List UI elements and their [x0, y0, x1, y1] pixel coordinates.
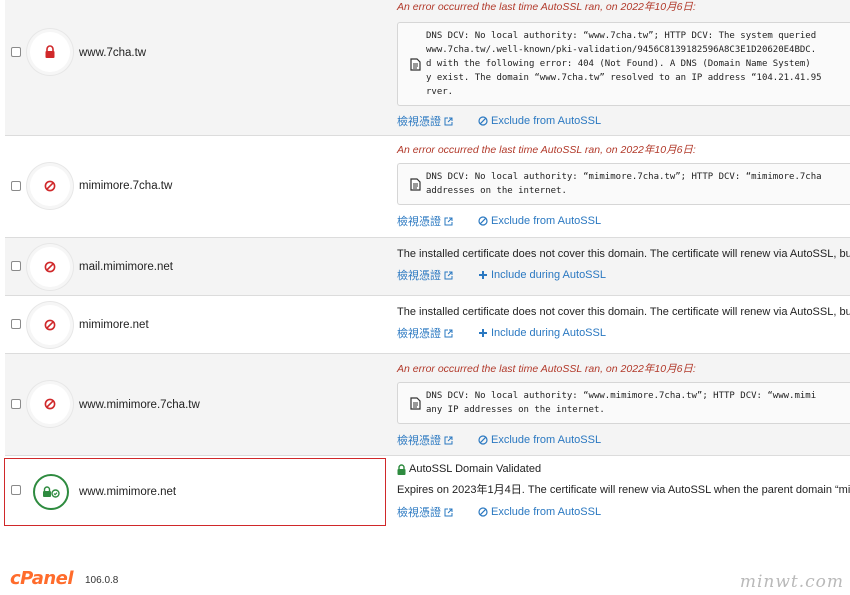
ban-icon	[478, 507, 488, 517]
table-row: mimimore.7cha.tw An error occurred the l…	[5, 136, 850, 238]
view-certificate-label: 檢視憑證	[397, 435, 441, 447]
status-indicator	[33, 474, 69, 510]
domain-name: mimimore.net	[79, 319, 149, 331]
exclude-autossl-label: Exclude from AutoSSL	[491, 215, 602, 227]
watermark: minwt.com	[739, 572, 844, 592]
view-certificate-label: 檢視憑證	[397, 507, 441, 519]
exclude-autossl-link[interactable]: Exclude from AutoSSL	[475, 434, 601, 446]
exclude-autossl-link[interactable]: Exclude from AutoSSL	[475, 506, 601, 518]
include-autossl-link[interactable]: Include during AutoSSL	[475, 269, 606, 281]
domain-name: www.mimimore.net	[79, 486, 177, 498]
ban-icon	[478, 435, 488, 445]
row-checkbox[interactable]	[11, 485, 21, 495]
error-message-box: DNS DCV: No local authority: “mimimore.7…	[397, 163, 850, 205]
error-title: An error occurred the last time AutoSSL …	[397, 1, 696, 13]
domain-name: mimimore.7cha.tw	[79, 180, 173, 192]
view-certificate-link[interactable]: 檢視憑證	[397, 267, 453, 283]
domain-name: www.mimimore.7cha.tw	[79, 399, 200, 411]
exclude-autossl-label: Exclude from AutoSSL	[491, 506, 602, 518]
table-row: www.7cha.tw An error occurred the last t…	[5, 0, 850, 136]
plus-icon	[479, 329, 487, 337]
ban-icon	[478, 116, 488, 126]
domains-table: www.7cha.tw An error occurred the last t…	[5, 0, 850, 526]
external-link-icon	[444, 329, 453, 337]
status-notice: The installed certificate does not cover…	[397, 248, 850, 260]
status-indicator	[30, 247, 70, 287]
table-row: www.mimimore.net AutoSSL Domain Validate…	[5, 456, 850, 526]
cpanel-logo: cPanel	[10, 568, 74, 589]
external-link-icon	[444, 117, 453, 125]
expiry-notice: Expires on 2023年1月4日. The certificate wi…	[397, 484, 850, 496]
view-certificate-label: 檢視憑證	[397, 270, 441, 282]
external-link-icon	[444, 271, 453, 279]
status-indicator	[30, 305, 70, 345]
cpanel-version: 106.0.8	[85, 575, 119, 586]
error-message: DNS DCV: No local authority: “www.7cha.t…	[426, 31, 822, 97]
include-autossl-label: Include during AutoSSL	[491, 269, 606, 281]
external-link-icon	[444, 508, 453, 516]
exclude-autossl-link[interactable]: Exclude from AutoSSL	[475, 215, 601, 227]
external-link-icon	[444, 217, 453, 225]
error-message-box: DNS DCV: No local authority: “www.7cha.t…	[397, 22, 850, 106]
exclude-autossl-label: Exclude from AutoSSL	[491, 434, 602, 446]
ban-icon	[44, 261, 56, 273]
validated-status: AutoSSL Domain Validated	[397, 463, 850, 475]
ban-icon	[44, 180, 56, 192]
status-indicator	[30, 384, 70, 424]
view-certificate-link[interactable]: 檢視憑證	[397, 325, 453, 341]
ban-icon	[44, 398, 56, 410]
domain-name: www.7cha.tw	[79, 47, 147, 59]
view-certificate-link[interactable]: 檢視憑證	[397, 113, 453, 129]
include-autossl-link[interactable]: Include during AutoSSL	[475, 327, 606, 339]
view-certificate-label: 檢視憑證	[397, 216, 441, 228]
row-checkbox[interactable]	[11, 47, 21, 57]
ban-icon	[478, 216, 488, 226]
view-certificate-link[interactable]: 檢視憑證	[397, 213, 453, 229]
lock-icon	[45, 45, 55, 58]
status-notice: The installed certificate does not cover…	[397, 306, 850, 318]
ban-icon	[44, 319, 56, 331]
error-message: DNS DCV: No local authority: “www.mimimo…	[426, 391, 817, 415]
domain-name: mail.mimimore.net	[79, 261, 173, 273]
view-certificate-label: 檢視憑證	[397, 116, 441, 128]
table-row: mail.mimimore.net The installed certific…	[5, 238, 850, 296]
error-title: An error occurred the last time AutoSSL …	[397, 144, 696, 156]
status-indicator	[30, 32, 70, 72]
plus-icon	[479, 271, 487, 279]
error-title: An error occurred the last time AutoSSL …	[397, 363, 696, 375]
lock-icon	[397, 463, 406, 475]
view-certificate-link[interactable]: 檢視憑證	[397, 432, 453, 448]
view-certificate-link[interactable]: 檢視憑證	[397, 504, 453, 520]
lock-check-icon	[43, 486, 60, 498]
status-indicator	[30, 166, 70, 206]
table-row: www.mimimore.7cha.tw An error occurred t…	[5, 354, 850, 456]
include-autossl-label: Include during AutoSSL	[491, 327, 606, 339]
validated-label: AutoSSL Domain Validated	[409, 463, 542, 475]
document-icon	[409, 177, 421, 191]
document-icon	[409, 396, 421, 410]
row-checkbox[interactable]	[11, 181, 21, 191]
row-checkbox[interactable]	[11, 261, 21, 271]
exclude-autossl-link[interactable]: Exclude from AutoSSL	[475, 115, 601, 127]
exclude-autossl-label: Exclude from AutoSSL	[491, 115, 602, 127]
document-icon	[409, 57, 421, 71]
external-link-icon	[444, 436, 453, 444]
error-message: DNS DCV: No local authority: “mimimore.7…	[426, 172, 822, 196]
row-checkbox[interactable]	[11, 399, 21, 409]
view-certificate-label: 檢視憑證	[397, 328, 441, 340]
table-row: mimimore.net The installed certificate d…	[5, 296, 850, 354]
row-checkbox[interactable]	[11, 319, 21, 329]
error-message-box: DNS DCV: No local authority: “www.mimimo…	[397, 382, 850, 424]
